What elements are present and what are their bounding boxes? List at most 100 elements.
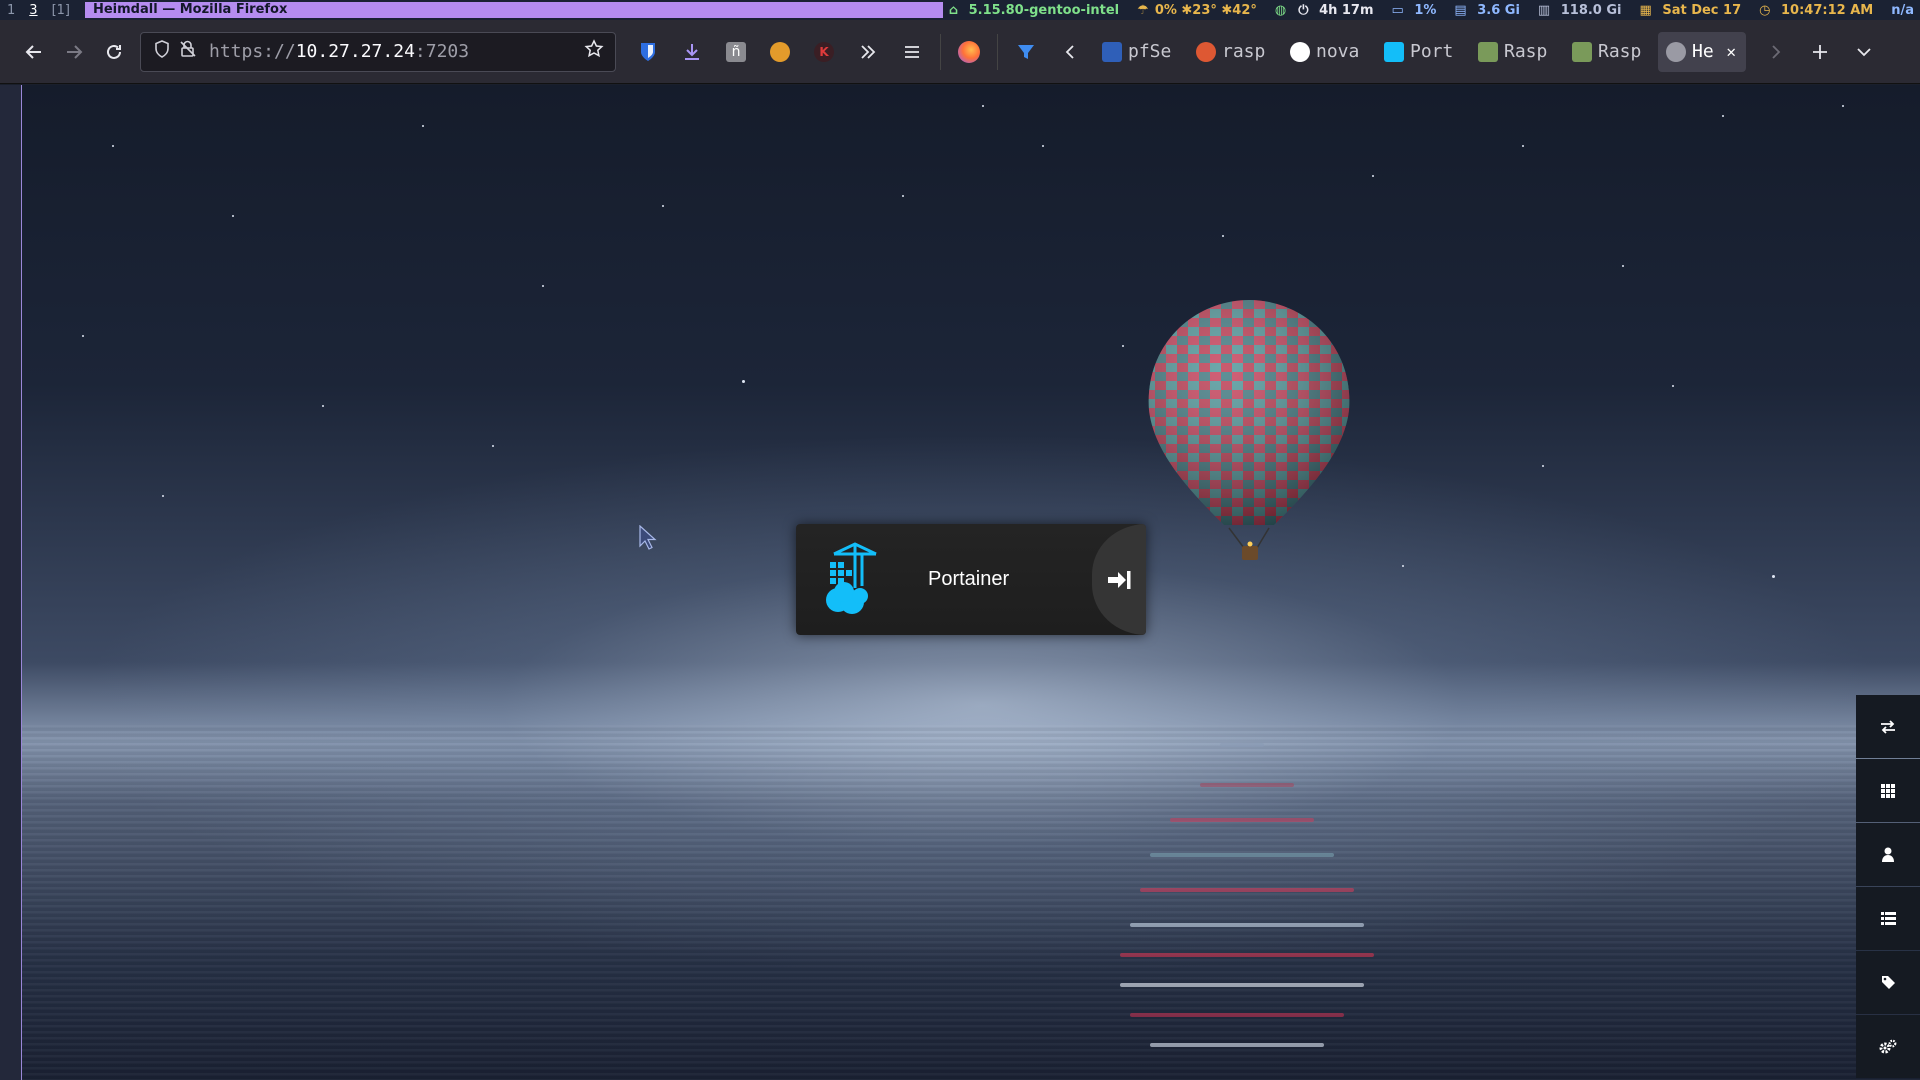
- darkreader-extension-icon[interactable]: [762, 34, 798, 70]
- grid-icon: [1881, 783, 1895, 798]
- url-host: 10.27.27.24: [295, 41, 415, 62]
- temp-text: 0% ✱23° ✱42°: [1154, 2, 1257, 18]
- wm-status-bar: 1 3 [1] Heimdall — Mozilla Firefox ⌂ 5.1…: [0, 0, 1920, 20]
- temp-block: ☂ 0% ✱23° ✱42°: [1131, 3, 1269, 18]
- bookmark-star-icon[interactable]: [581, 39, 607, 64]
- network-icon: ◍: [1274, 2, 1287, 18]
- switch-view-button[interactable]: [1856, 695, 1920, 758]
- tags-button[interactable]: [1856, 951, 1920, 1014]
- star: [162, 495, 164, 497]
- balloon-reflection-image: [1120, 743, 1374, 1047]
- tracking-protection-shield-icon[interactable]: [149, 40, 175, 63]
- tab-label: Rasp: [1598, 41, 1642, 62]
- back-button[interactable]: [14, 32, 54, 72]
- cogs-icon: [1879, 1039, 1897, 1053]
- toolbar-separator: [940, 33, 941, 70]
- scroll-tabs-right-icon[interactable]: [1758, 34, 1794, 70]
- bitwarden-extension-icon[interactable]: [630, 34, 666, 70]
- tab-funnel-icon[interactable]: [1008, 34, 1044, 70]
- firefox-view-icon[interactable]: [951, 34, 987, 70]
- star: [1222, 235, 1224, 237]
- tab-raspberry-2[interactable]: Rasp: [1564, 32, 1652, 72]
- list-all-tabs-icon[interactable]: [1846, 34, 1882, 70]
- disk-text: 118.0 Gi: [1560, 2, 1622, 18]
- star: [492, 445, 494, 447]
- star: [422, 125, 424, 127]
- browser-toolbar: https://10.27.27.24:7203 ñ K pfSe rasp n…: [0, 20, 1920, 84]
- star: [1542, 465, 1544, 467]
- date-block: ▦ Sat Dec 17: [1634, 3, 1754, 18]
- tab-pfsense[interactable]: pfSe: [1094, 32, 1182, 72]
- tab-label: He: [1692, 41, 1714, 62]
- address-bar[interactable]: https://10.27.27.24:7203: [140, 31, 616, 72]
- hot-air-balloon-image: [1148, 300, 1350, 560]
- tab-portainer[interactable]: Port: [1376, 32, 1464, 72]
- tab-label: rasp: [1222, 41, 1266, 62]
- forward-button[interactable]: [54, 32, 94, 72]
- tab-github[interactable]: nova: [1282, 32, 1370, 72]
- url-port: :7203: [414, 41, 470, 62]
- k-extension-icon[interactable]: K: [806, 34, 842, 70]
- hamburger-menu-icon[interactable]: [894, 34, 930, 70]
- uptime-text: 4h 17m: [1319, 2, 1374, 18]
- url-text[interactable]: https://10.27.27.24:7203: [209, 41, 581, 62]
- star: [82, 335, 84, 337]
- image-icon: [1572, 41, 1592, 62]
- close-tab-icon[interactable]: ✕: [1726, 42, 1736, 61]
- clock-block: ◷ 10:47:12 AM: [1753, 3, 1885, 18]
- duckduckgo-icon: [1196, 41, 1216, 62]
- disk-block: ▥ 118.0 Gi: [1532, 3, 1634, 18]
- app-tile-portainer[interactable]: Portainer: [796, 524, 1146, 635]
- reload-icon: [107, 44, 121, 59]
- items-button[interactable]: [1856, 759, 1920, 822]
- uptime-block: ⏻ 4h 17m: [1292, 3, 1385, 18]
- tab-duckduckgo[interactable]: rasp: [1188, 32, 1276, 72]
- config-dock: [1856, 695, 1920, 1080]
- new-tab-plus-icon[interactable]: [1802, 34, 1838, 70]
- extra-block: n/a: [1891, 2, 1914, 18]
- scroll-tabs-left-icon[interactable]: [1052, 34, 1088, 70]
- back-arrow-icon: [25, 44, 41, 59]
- star: [322, 405, 324, 407]
- url-scheme: https://: [209, 41, 296, 62]
- cpu-block: ▭ 1%: [1386, 3, 1449, 18]
- star: [1842, 105, 1844, 107]
- star: [542, 285, 544, 287]
- downloads-icon[interactable]: [674, 34, 710, 70]
- users-button[interactable]: [1856, 823, 1920, 886]
- tag-icon: [1881, 976, 1895, 989]
- forward-arrow-icon: [67, 44, 83, 59]
- reload-button[interactable]: [94, 32, 134, 72]
- pfsense-icon: [1102, 41, 1122, 62]
- workspace-1[interactable]: 1: [0, 3, 22, 18]
- kernel-text: 5.15.80-gentoo-intel: [968, 2, 1120, 18]
- window-left-edge: [0, 85, 22, 1080]
- app-tile-title[interactable]: Portainer: [928, 568, 1009, 591]
- star: [1372, 175, 1374, 177]
- settings-button[interactable]: [1856, 1015, 1920, 1078]
- sign-in-arrow-icon: [1108, 570, 1131, 589]
- star: [742, 380, 745, 383]
- mouse-cursor-icon: [639, 525, 657, 550]
- toolbar-separator: [997, 33, 998, 70]
- date-text: Sat Dec 17: [1662, 2, 1742, 18]
- tab-label: Rasp: [1504, 41, 1548, 62]
- overflow-chevron-icon[interactable]: [850, 34, 886, 70]
- list-icon: [1880, 912, 1896, 925]
- tab-raspberry-1[interactable]: Rasp: [1470, 32, 1558, 72]
- tab-heimdall[interactable]: He ✕: [1658, 31, 1746, 72]
- insecure-lock-icon[interactable]: [175, 40, 201, 63]
- open-app-button[interactable]: [1092, 524, 1146, 635]
- star: [1122, 345, 1124, 347]
- tab-label: nova: [1316, 41, 1360, 62]
- star: [1622, 265, 1624, 267]
- applications-button[interactable]: [1856, 887, 1920, 950]
- workspace-3[interactable]: 3: [22, 3, 44, 18]
- readability-extension-icon[interactable]: ñ: [718, 34, 754, 70]
- star: [982, 105, 984, 107]
- cpu-text: 1%: [1414, 2, 1437, 18]
- water-ripples: [22, 725, 1920, 1080]
- tab-label: pfSe: [1128, 41, 1172, 62]
- window-title: Heimdall — Mozilla Firefox: [84, 2, 943, 18]
- tab-strip: pfSe rasp nova Port Rasp Rasp He ✕: [1094, 20, 1752, 84]
